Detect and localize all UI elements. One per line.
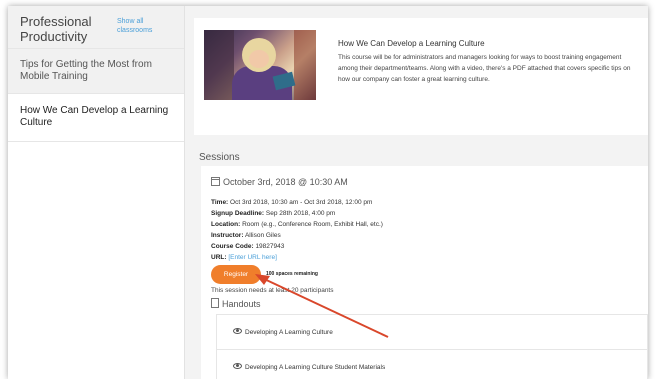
handout-title: Developing A Learning Culture xyxy=(245,329,333,336)
sessions-heading: Sessions xyxy=(199,152,240,163)
document-icon xyxy=(211,298,219,308)
course-description: This course will be for administrators a… xyxy=(338,54,631,83)
sidebar-item-learning-culture[interactable]: How We Can Develop a Learning Culture xyxy=(8,94,184,142)
session-date-text: October 3rd, 2018 @ 10:30 AM xyxy=(223,177,348,187)
session-date: October 3rd, 2018 @ 10:30 AM xyxy=(211,177,348,187)
url-label: URL: xyxy=(211,254,227,261)
sidebar: Professional Productivity Show all class… xyxy=(8,6,185,379)
course-title: How We Can Develop a Learning Culture xyxy=(338,39,485,48)
show-all-classrooms-link[interactable]: Show all classrooms xyxy=(117,17,172,35)
calendar-icon xyxy=(211,177,220,186)
participants-note: This session needs at least 20 participa… xyxy=(211,287,334,294)
classroom-title: Professional Productivity xyxy=(20,14,92,44)
spaces-remaining: 100 spaces remaining xyxy=(266,271,318,277)
thumbnail-figure xyxy=(249,50,269,68)
location-value: Room (e.g., Conference Room, Exhibit Hal… xyxy=(242,221,383,228)
course-code-label: Course Code: xyxy=(211,243,254,250)
session-card: October 3rd, 2018 @ 10:30 AM Time: Oct 3… xyxy=(201,166,648,379)
course-code-row: Course Code: 19827943 xyxy=(211,241,383,252)
sidebar-item-mobile-training[interactable]: Tips for Getting the Most from Mobile Tr… xyxy=(8,49,184,94)
eye-icon xyxy=(233,363,242,369)
sidebar-header: Professional Productivity Show all class… xyxy=(8,6,184,49)
time-value: Oct 3rd 2018, 10:30 am - Oct 3rd 2018, 1… xyxy=(230,199,373,206)
handout-label: Developing A Learning Culture xyxy=(233,328,333,336)
course-card: How We Can Develop a Learning Culture Th… xyxy=(194,18,648,135)
handout-label: Developing A Learning Culture Student Ma… xyxy=(233,363,385,371)
time-row: Time: Oct 3rd 2018, 10:30 am - Oct 3rd 2… xyxy=(211,197,383,208)
app-window: Professional Productivity Show all class… xyxy=(8,6,648,379)
thumbnail-background xyxy=(294,30,316,100)
register-button[interactable]: Register xyxy=(211,265,261,284)
session-details: Time: Oct 3rd 2018, 10:30 am - Oct 3rd 2… xyxy=(211,197,383,263)
handout-item[interactable]: Developing A Learning Culture xyxy=(216,314,648,350)
url-link[interactable]: [Enter URL here] xyxy=(228,254,277,261)
instructor-label: Instructor: xyxy=(211,232,244,239)
time-label: Time: xyxy=(211,199,229,206)
instructor-row: Instructor: Allison Giles xyxy=(211,230,383,241)
course-code-value: 19827943 xyxy=(255,243,285,250)
location-row: Location: Room (e.g., Conference Room, E… xyxy=(211,219,383,230)
handouts-label: Handouts xyxy=(222,299,261,309)
location-label: Location: xyxy=(211,221,241,228)
eye-icon xyxy=(233,328,242,334)
handouts-heading: Handouts xyxy=(211,298,261,309)
handout-title: Developing A Learning Culture Student Ma… xyxy=(245,364,386,371)
instructor-value: Allison Giles xyxy=(244,232,281,239)
signup-row: Signup Deadline: Sep 28th 2018, 4:00 pm xyxy=(211,208,383,219)
url-row: URL: [Enter URL here] xyxy=(211,252,383,263)
handout-item[interactable]: Developing A Learning Culture Student Ma… xyxy=(216,349,648,379)
thumbnail-background xyxy=(204,30,234,100)
signup-value: Sep 28th 2018, 4:00 pm xyxy=(265,210,336,217)
course-thumbnail xyxy=(204,30,316,100)
signup-label: Signup Deadline: xyxy=(211,210,265,217)
